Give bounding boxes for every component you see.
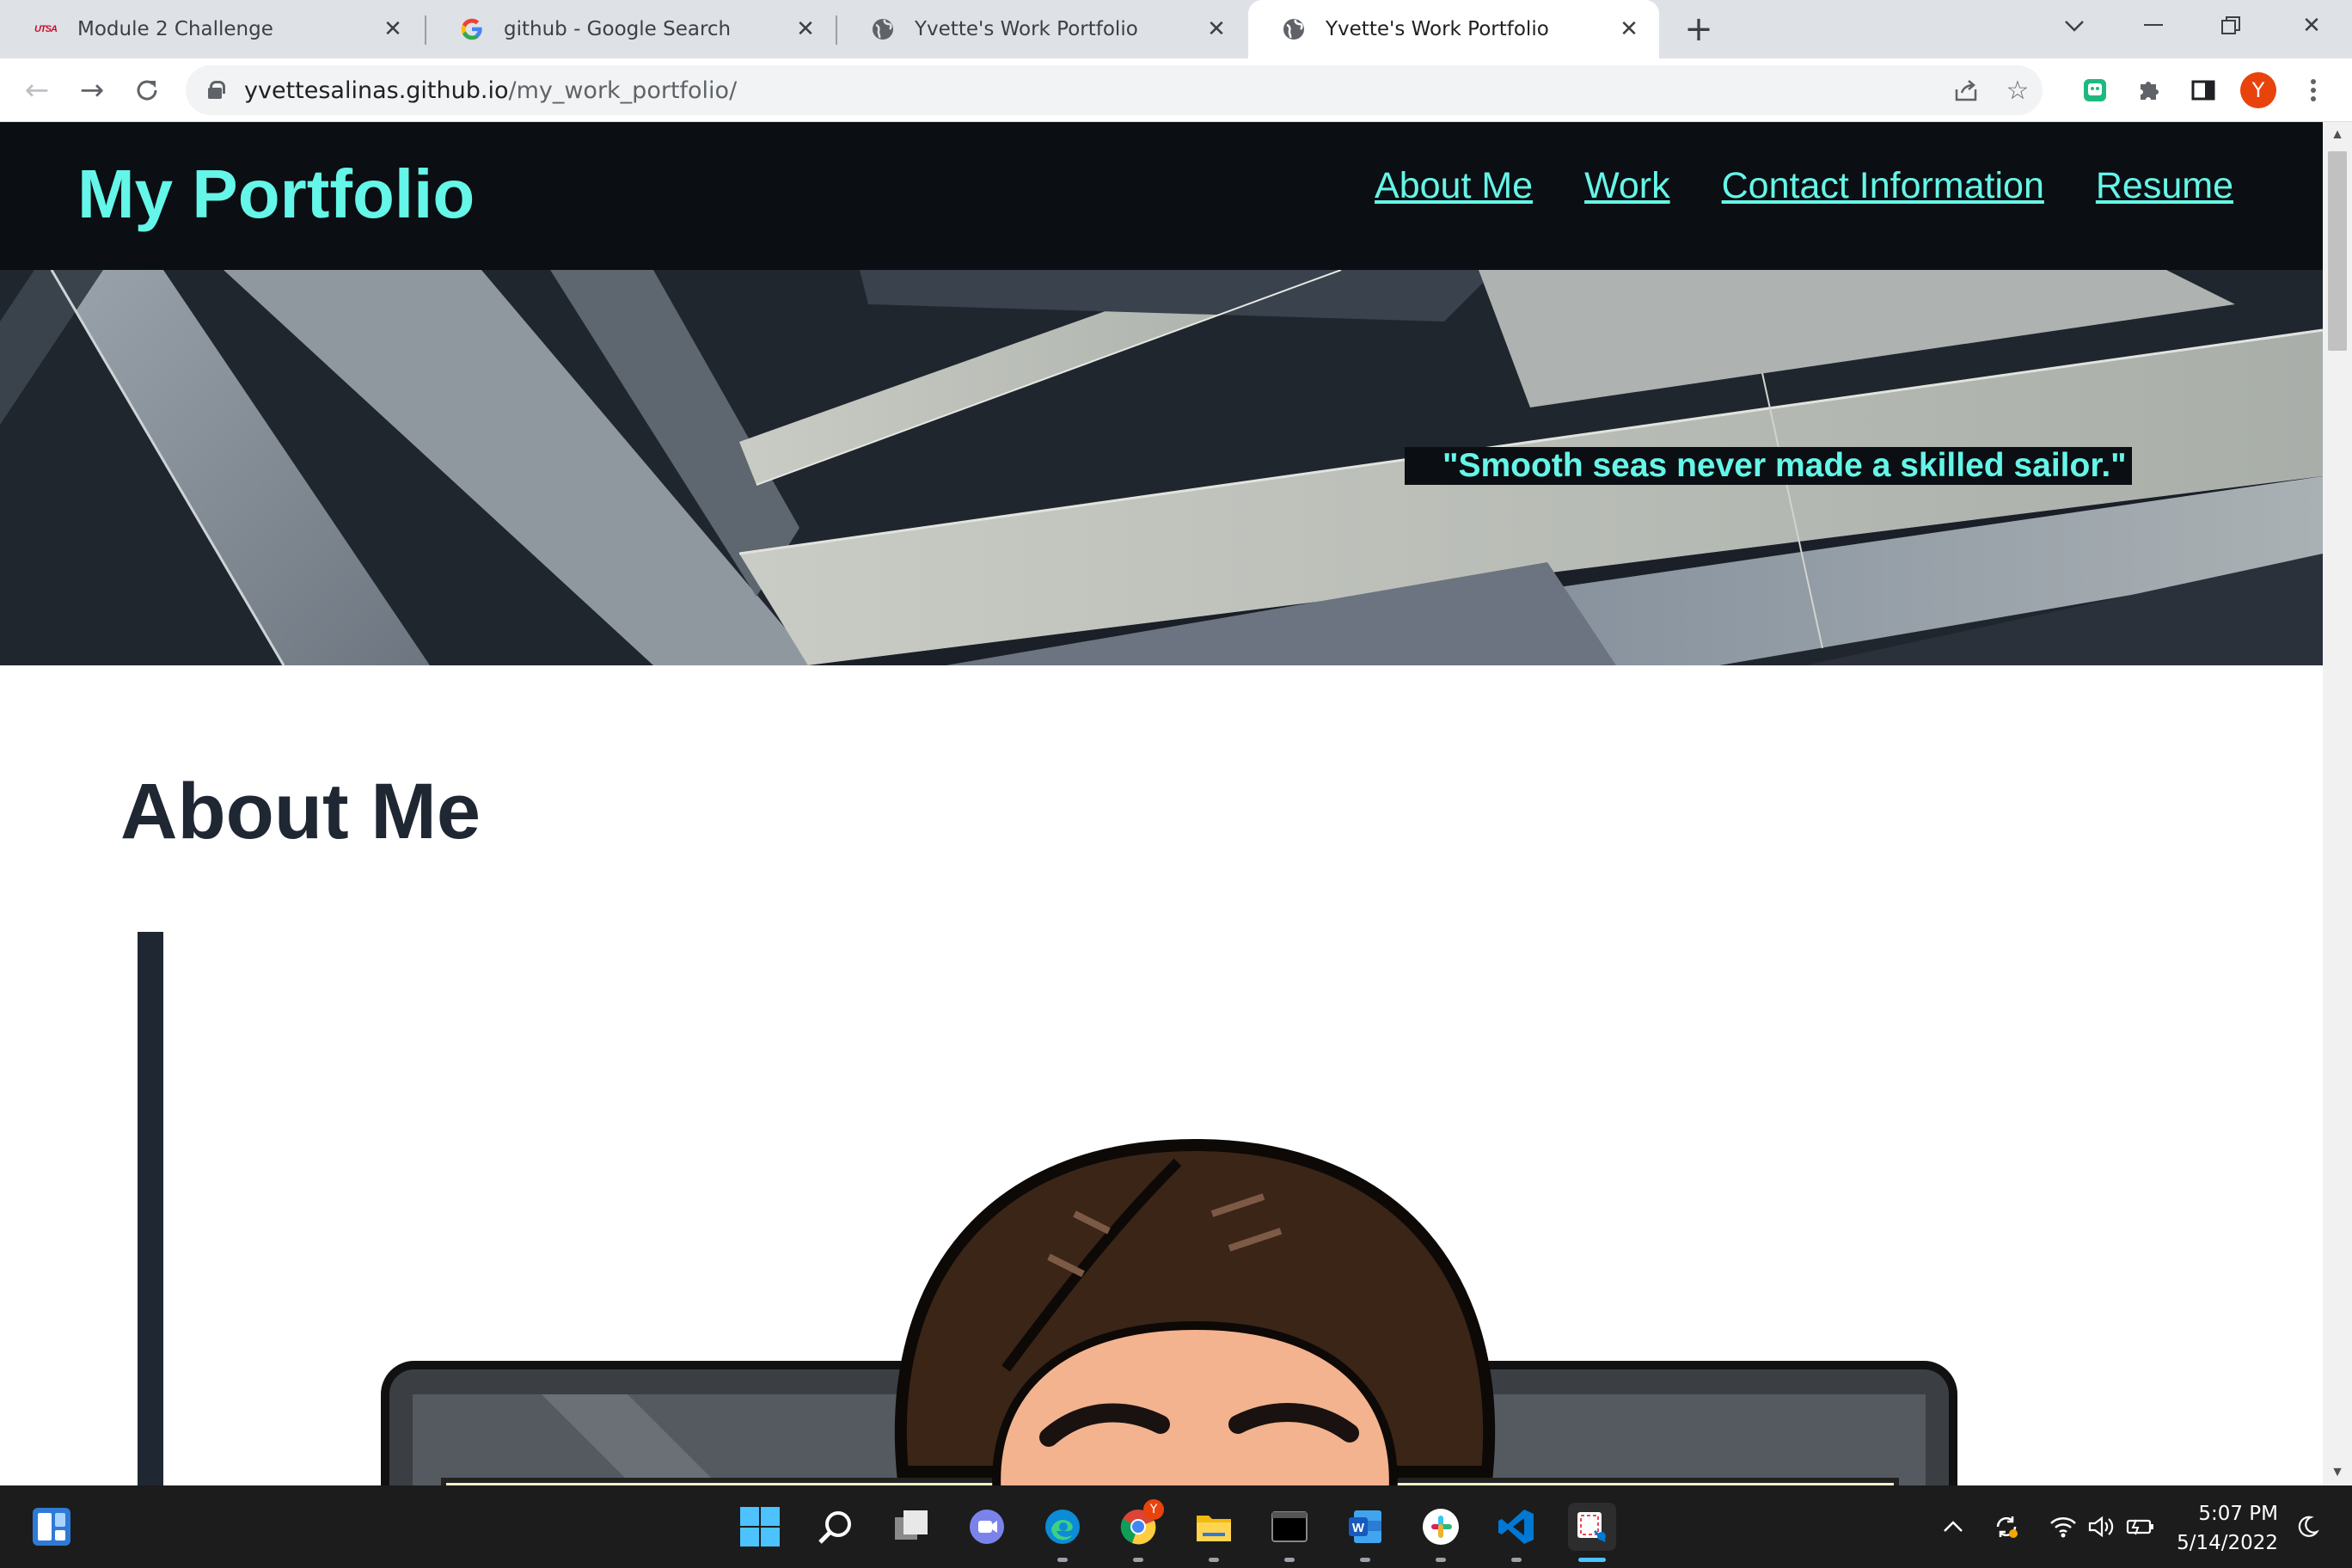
browser-toolbar: ← → yvettesalinas.github.io/my_work_port… — [0, 58, 2352, 122]
page-scrollbar[interactable]: ▲ ▼ — [2323, 122, 2352, 1485]
search-icon[interactable] — [812, 1503, 860, 1551]
site-title: My Portfolio — [77, 156, 475, 232]
running-indicator — [1436, 1558, 1446, 1562]
clock-date: 5/14/2022 — [2177, 1532, 2278, 1554]
active-app-indicator — [1578, 1558, 1606, 1562]
wifi-icon[interactable] — [2048, 1511, 2079, 1542]
tab-module-2-challenge[interactable]: UTSA Module 2 Challenge ✕ — [0, 0, 423, 58]
running-indicator — [1209, 1558, 1219, 1562]
browser-tab-strip: UTSA Module 2 Challenge ✕ github - Googl… — [0, 0, 2352, 58]
vscode-icon[interactable] — [1492, 1503, 1540, 1551]
tab-yvettes-work-portfolio-active[interactable]: Yvette's Work Portfolio ✕ — [1248, 0, 1659, 58]
nav-link-about-me[interactable]: About Me — [1375, 165, 1533, 207]
new-tab-button[interactable]: + — [1680, 9, 1718, 49]
running-indicator — [1133, 1558, 1143, 1562]
chevron-up-icon[interactable] — [1938, 1511, 1969, 1542]
word-icon[interactable]: W — [1341, 1503, 1389, 1551]
system-clock[interactable]: 5:07 PM 5/14/2022 — [2166, 1499, 2278, 1558]
close-icon[interactable]: ✕ — [791, 15, 820, 44]
site-header: My Portfolio About Me Work Contact Infor… — [0, 122, 2323, 270]
edge-icon[interactable] — [1038, 1503, 1087, 1551]
extension-green-icon[interactable] — [2077, 72, 2113, 108]
windows-taskbar: Y W 5:07 PM 5/14/2022 — [0, 1485, 2352, 1568]
task-view-icon[interactable] — [887, 1503, 935, 1551]
bookmark-star-icon[interactable]: ☆ — [2001, 74, 2034, 107]
tab-title: github - Google Search — [504, 18, 732, 40]
clock-time: 5:07 PM — [2198, 1503, 2278, 1525]
restore-icon[interactable] — [2209, 7, 2252, 45]
file-explorer-icon[interactable] — [1190, 1503, 1238, 1551]
about-me-heading: About Me — [120, 768, 481, 855]
url-host: yvettesalinas.github.io — [244, 77, 509, 104]
share-icon[interactable] — [1950, 74, 1982, 107]
volume-icon[interactable] — [2086, 1511, 2116, 1542]
widgets-icon[interactable] — [28, 1503, 76, 1551]
slack-icon[interactable] — [1417, 1503, 1465, 1551]
sync-icon[interactable] — [1991, 1511, 2022, 1542]
google-icon — [459, 16, 485, 42]
tab-github-google-search[interactable]: github - Google Search ✕ — [426, 0, 836, 58]
focus-assist-moon-icon[interactable] — [2292, 1511, 2323, 1542]
running-indicator — [1057, 1558, 1068, 1562]
lock-icon[interactable] — [208, 81, 225, 99]
side-panel-icon[interactable] — [2185, 72, 2221, 108]
chrome-icon[interactable]: Y — [1114, 1499, 1164, 1551]
globe-icon — [1281, 16, 1307, 42]
snipping-tool-icon[interactable] — [1568, 1503, 1616, 1551]
profile-avatar[interactable]: Y — [2240, 72, 2276, 108]
web-page-viewport: My Portfolio About Me Work Contact Infor… — [0, 122, 2323, 1485]
hero-banner: "Smooth seas never made a skilled sailor… — [0, 270, 2323, 665]
teams-chat-icon[interactable] — [963, 1503, 1011, 1551]
nav-link-contact-information[interactable]: Contact Information — [1722, 165, 2044, 207]
scroll-down-arrow-icon[interactable]: ▼ — [2323, 1460, 2352, 1485]
menu-kebab-icon[interactable] — [2295, 72, 2331, 108]
address-bar[interactable]: yvettesalinas.github.io/my_work_portfoli… — [186, 65, 2043, 115]
bitmoji-avatar-image — [381, 1138, 1957, 1485]
windows-start-icon[interactable] — [736, 1503, 784, 1551]
extensions-puzzle-icon[interactable] — [2130, 72, 2166, 108]
quote-text: "Smooth seas never made a skilled sailor… — [1442, 447, 2127, 484]
scroll-thumb[interactable] — [2328, 151, 2347, 351]
section-accent-bar — [138, 932, 163, 1485]
url-text[interactable]: yvettesalinas.github.io/my_work_portfoli… — [244, 77, 737, 104]
tab-search-chevron-icon[interactable] — [2053, 7, 2096, 45]
terminal-icon[interactable] — [1265, 1503, 1314, 1551]
chrome-profile-badge: Y — [1143, 1499, 1164, 1520]
running-indicator — [1284, 1558, 1295, 1562]
nav-link-resume[interactable]: Resume — [2096, 165, 2233, 207]
svg-text:W: W — [1352, 1521, 1365, 1535]
running-indicator — [1511, 1558, 1522, 1562]
utsa-icon: UTSA — [34, 24, 58, 34]
reload-icon[interactable] — [127, 70, 167, 110]
close-icon[interactable]: ✕ — [1202, 15, 1231, 44]
url-path: /my_work_portfolio/ — [508, 77, 738, 104]
battery-icon[interactable] — [2125, 1511, 2156, 1542]
nav-link-work[interactable]: Work — [1584, 165, 1670, 207]
quote-banner: "Smooth seas never made a skilled sailor… — [1405, 447, 2132, 485]
close-icon[interactable]: ✕ — [378, 15, 407, 44]
running-indicator — [1360, 1558, 1370, 1562]
tab-title: Module 2 Challenge — [77, 18, 273, 40]
tab-yvettes-work-portfolio[interactable]: Yvette's Work Portfolio ✕ — [837, 0, 1246, 58]
minimize-icon[interactable] — [2132, 7, 2175, 45]
close-icon[interactable]: ✕ — [1614, 15, 1644, 44]
tab-title: Yvette's Work Portfolio — [915, 18, 1138, 40]
globe-icon — [870, 16, 896, 42]
site-navigation: About Me Work Contact Information Resume — [1375, 165, 2233, 207]
forward-arrow-icon[interactable]: → — [72, 70, 112, 110]
scroll-up-arrow-icon[interactable]: ▲ — [2323, 122, 2352, 148]
tab-title: Yvette's Work Portfolio — [1326, 18, 1549, 40]
back-arrow-icon[interactable]: ← — [17, 70, 57, 110]
close-window-icon[interactable]: ✕ — [2290, 7, 2333, 45]
